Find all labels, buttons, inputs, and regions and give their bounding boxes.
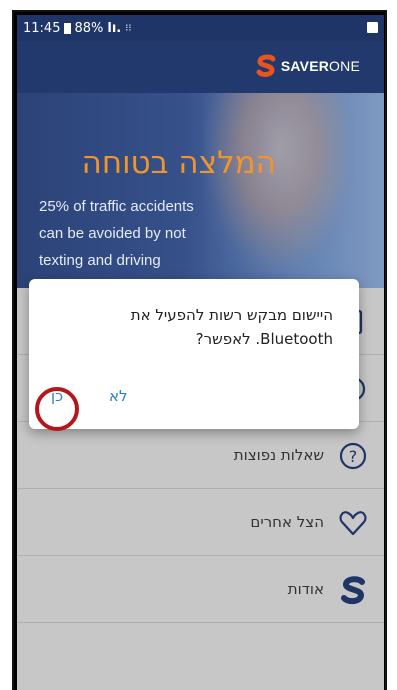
hero-text-line-2: can be avoided by not — [39, 225, 186, 242]
battery-icon — [64, 22, 72, 34]
signal-icon: lı. — [107, 20, 122, 36]
hero-text-line-1: 25% of traffic accidents — [39, 198, 194, 215]
logo-text: SAVERONE — [280, 58, 360, 74]
image-notification-icon — [367, 22, 378, 33]
hero-text-line-3: texting and driving — [39, 252, 161, 269]
bluetooth-permission-dialog: היישום מבקש רשות להפעיל את Bluetooth. לא… — [29, 279, 359, 429]
hero-banner: המלצה בטוחה 25% of traffic accidents can… — [17, 93, 384, 288]
question-icon: ? — [339, 442, 367, 470]
status-time: 11:45 — [23, 20, 61, 36]
deny-button[interactable]: לא — [109, 387, 128, 405]
saverone-s-icon — [341, 576, 365, 605]
menu-item-label: אודות — [287, 580, 324, 598]
svg-text:?: ? — [349, 447, 358, 466]
menu-item-faq[interactable]: ? שאלות נפוצות — [17, 422, 384, 489]
battery-percent: 88% — [74, 20, 104, 36]
hero-title: המלצה בטוחה — [81, 145, 276, 181]
saverone-logo: SAVERONE — [255, 54, 360, 78]
menu-item-label: שאלות נפוצות — [233, 446, 324, 464]
menu-item-save-others[interactable]: הצל אחרים — [17, 489, 384, 556]
status-bar: 11:45 88% lı. ⁝⁝ — [17, 15, 384, 41]
hero-child-photo — [204, 93, 354, 273]
allow-button[interactable]: כן — [51, 387, 63, 405]
menu-item-about[interactable]: אודות — [17, 556, 384, 623]
menu-item-label: הצל אחרים — [250, 513, 324, 531]
heart-icon — [339, 511, 367, 536]
dialog-message: היישום מבקש רשות להפעיל את Bluetooth. לא… — [130, 306, 333, 348]
notification-icon: ⁝⁝ — [125, 22, 132, 34]
saverone-s-logo-icon — [256, 54, 276, 77]
app-header: SAVERONE — [17, 41, 384, 93]
